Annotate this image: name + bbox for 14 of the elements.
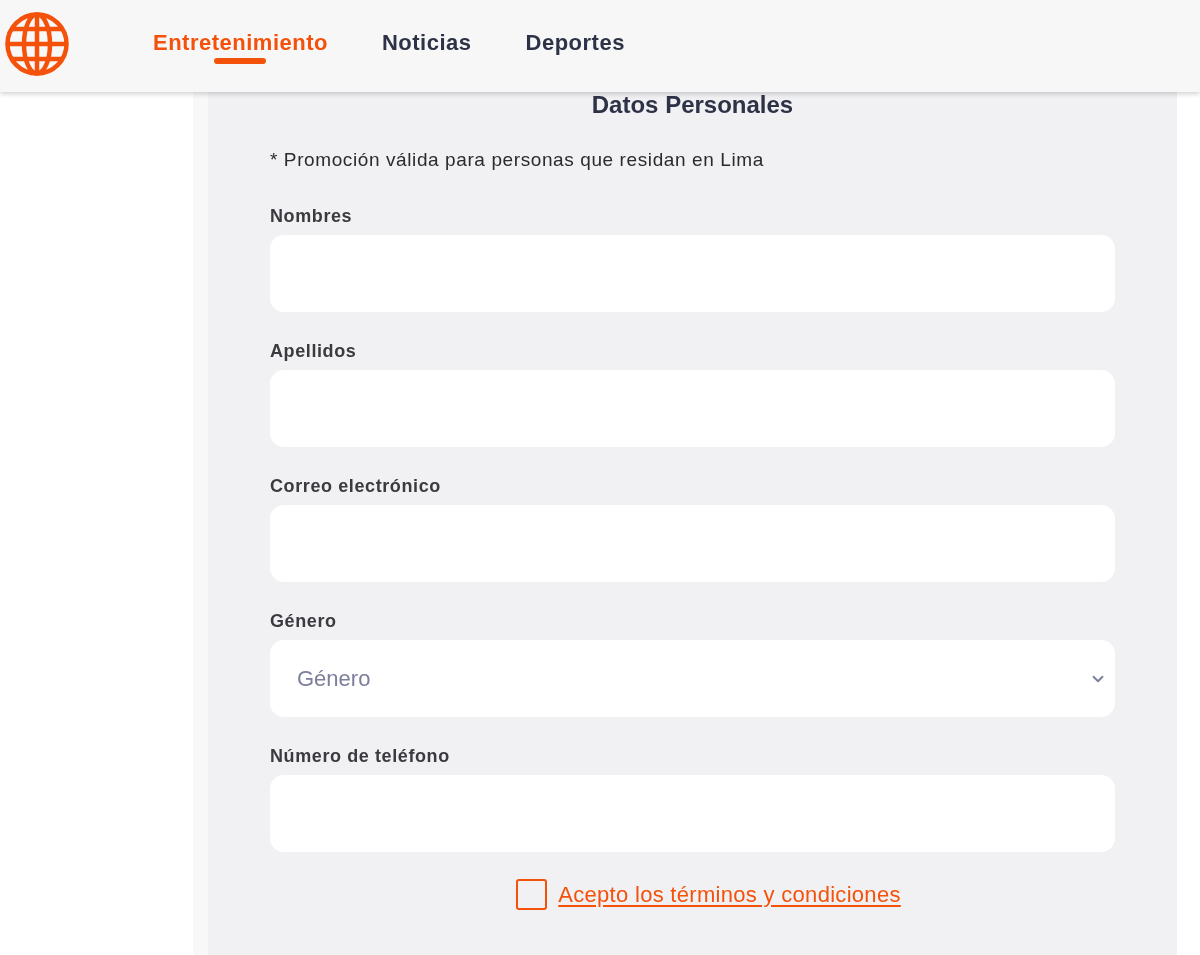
nav-tab[interactable]: Entretenimiento [153, 28, 328, 64]
form-title: Datos Personales [590, 92, 795, 118]
globe-logo-icon[interactable] [5, 12, 69, 76]
checkbox[interactable] [516, 879, 548, 910]
field-label: Correo electrónico [270, 475, 442, 497]
field-label: Apellidos [270, 340, 358, 362]
terms-link[interactable]: Acepto los términos y condiciones [558, 880, 901, 909]
field-label: Género [270, 610, 338, 632]
field-label: Nombres [270, 205, 354, 227]
gender-select[interactable]: Género [270, 640, 1115, 717]
promotion-note: * Promoción válida para personas que residan en Lima [270, 148, 765, 172]
nav-tab[interactable]: Noticias [381, 28, 472, 57]
nav-tab[interactable]: Deportes [525, 28, 625, 57]
field-label: Número de teléfono [270, 745, 451, 767]
